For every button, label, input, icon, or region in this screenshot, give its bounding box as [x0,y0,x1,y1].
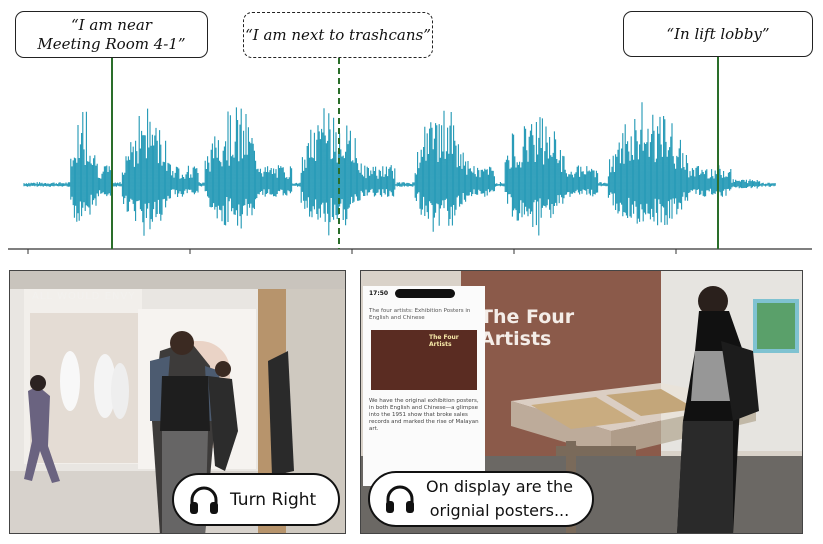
audio-waveform [23,102,776,236]
callout-text: “I am near Meeting Room 4-1” [37,15,186,53]
bubble-text: Turn Right [230,489,317,510]
headphones-icon [386,485,414,513]
phone-screen: 17:50 The four artists: Exhibition Poste… [363,286,485,486]
phone-poster-title: The Four Artists [429,334,459,348]
callout-text: “In lift lobby” [666,24,770,43]
exhibition-wall-title: The Four Artists [480,306,575,350]
audio-bubble-posters: On display are the orignial posters... [368,471,594,527]
phone-notch [395,289,455,298]
phone-time: 17:50 [369,290,389,297]
phone-body-text: We have the original exhibition posters,… [369,398,479,432]
audio-bubble-turn-right: Turn Right [172,473,340,526]
phone-heading: The four artists: Exhibition Posters in … [369,308,471,321]
callout-text: “I am next to trashcans” [245,25,431,44]
bubble-text: On display are the orignial posters... [426,477,573,520]
phone-poster-image: The Four Artists [371,330,477,390]
headphones-icon [190,486,218,514]
callout-meeting-room: “I am near Meeting Room 4-1” [15,11,208,58]
callout-trashcans: “I am next to trashcans” [243,12,433,58]
store-sign: ALL WOULD ENVY [32,291,136,302]
waveform-trace [23,102,776,236]
callout-lift-lobby: “In lift lobby” [623,11,813,57]
